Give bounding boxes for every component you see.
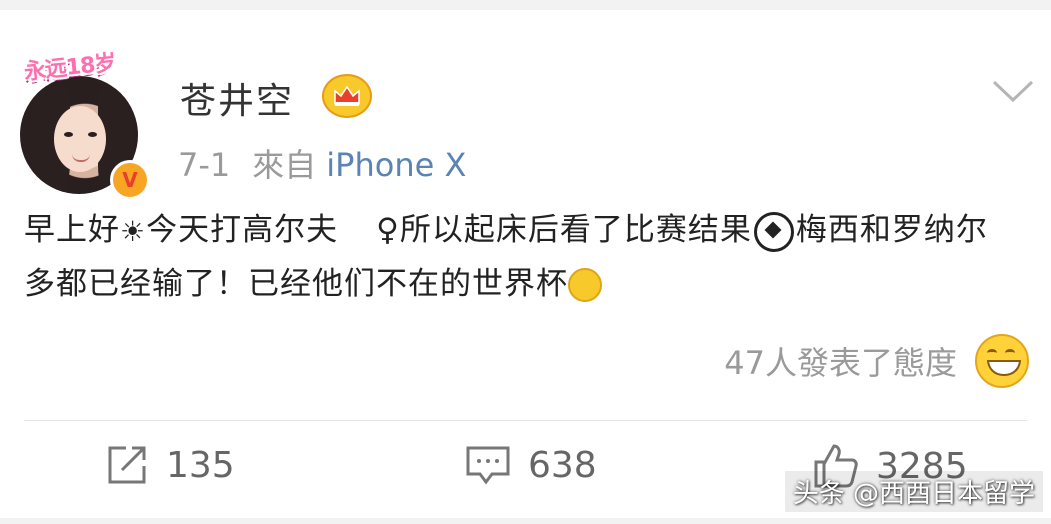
laughing-tears-icon: [568, 268, 602, 302]
weibo-post-card: 永远18岁 V 苍井空 7-1 來自 iPhone X 早上好☀今天打高尔夫 ♀所以起…: [0, 10, 1051, 518]
username[interactable]: 苍井空: [180, 72, 294, 124]
source-link[interactable]: iPhone X: [326, 146, 466, 184]
source-prefix: 來自: [252, 146, 317, 184]
post-date: 7-1: [178, 146, 231, 184]
post-meta: 7-1 來自 iPhone X: [178, 140, 488, 186]
chevron-down-icon[interactable]: [990, 76, 1036, 106]
divider: [24, 420, 1027, 421]
comment-count: 638: [528, 444, 597, 486]
post-text-part: ♀所以起床后看了比赛结果: [376, 212, 752, 248]
avatar[interactable]: 永远18岁 V: [20, 48, 150, 200]
repost-button[interactable]: 135: [104, 442, 235, 488]
crown-icon[interactable]: [322, 74, 372, 118]
avatar-frame-badge: 永远18岁: [22, 50, 117, 86]
watermark: 头条 @西酉日本留学: [784, 471, 1043, 512]
repost-count: 135: [166, 444, 235, 486]
grin-emoji-icon[interactable]: [975, 334, 1029, 388]
soccer-ball-icon: [753, 211, 794, 252]
comment-icon: [466, 446, 510, 485]
verified-badge-icon: V: [110, 160, 150, 200]
repost-icon: [108, 446, 146, 484]
sun-icon: ☀: [120, 214, 147, 248]
reactions-summary[interactable]: 47人發表了態度: [724, 334, 1029, 388]
post-text-part: 今天打高尔夫: [146, 212, 339, 248]
post-text-part: 早上好: [24, 212, 120, 248]
reactions-text: 47人發表了態度: [724, 344, 957, 382]
post-text: 早上好☀今天打高尔夫 ♀所以起床后看了比赛结果 梅西和罗纳尔多都已经输了！已经他们不…: [24, 204, 1014, 310]
comment-button[interactable]: 638: [464, 442, 597, 488]
